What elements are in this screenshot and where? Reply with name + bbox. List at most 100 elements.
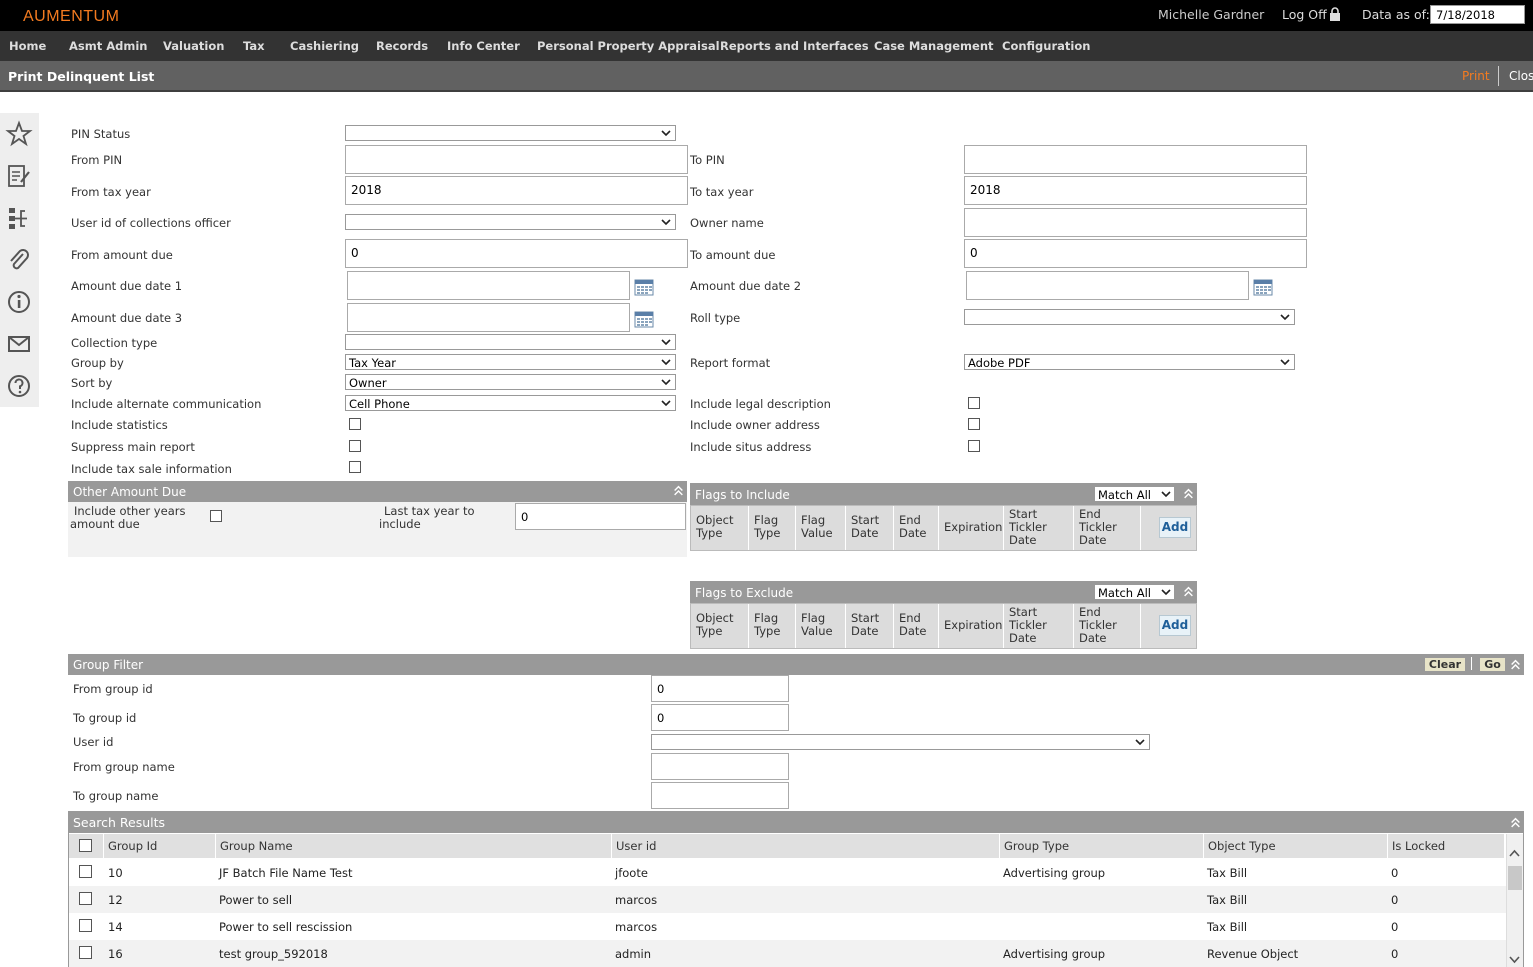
scroll-down-icon[interactable] [1509, 955, 1520, 965]
flags-exclude-col-end-date: End Date [894, 604, 939, 648]
amount-due-date3-label: Amount due date 3 [71, 311, 183, 325]
from-group-id-input[interactable]: 0 [651, 675, 789, 702]
to-group-name-input[interactable] [651, 782, 789, 809]
nav-asmt-admin[interactable]: Asmt Admin [69, 39, 147, 53]
nav-reports[interactable]: Reports and Interfaces [720, 39, 869, 53]
collapse-up-icon[interactable] [1510, 659, 1521, 670]
paperclip-icon[interactable] [5, 246, 33, 274]
row-checkbox[interactable] [79, 919, 92, 932]
select-all-checkbox[interactable] [79, 839, 92, 852]
cell-group-name: Power to sell rescission [219, 920, 353, 934]
scroll-up-icon[interactable] [1509, 848, 1520, 858]
print-button[interactable]: Print [1462, 69, 1490, 83]
to-pin-label: To PIN [690, 153, 725, 167]
col-group-type[interactable]: Group Type [1000, 834, 1204, 858]
scroll-thumb[interactable] [1508, 866, 1522, 890]
flags-exclude-col-object-type: Object Type [691, 604, 749, 648]
col-group-id[interactable]: Group Id [104, 834, 216, 858]
from-pin-input[interactable] [345, 145, 688, 174]
star-icon[interactable] [5, 120, 33, 148]
report-format-select[interactable]: Adobe PDF [964, 354, 1295, 370]
from-group-name-label: From group name [73, 760, 175, 774]
col-group-name[interactable]: Group Name [216, 834, 612, 858]
nav-configuration[interactable]: Configuration [1002, 39, 1090, 53]
from-tax-year-input[interactable]: 2018 [345, 176, 688, 205]
cell-is-locked: 0 [1391, 893, 1399, 907]
col-is-locked[interactable]: Is Locked [1388, 834, 1505, 858]
collapse-up-icon[interactable] [1510, 817, 1521, 828]
owner-name-input[interactable] [964, 208, 1307, 237]
go-button[interactable]: Go [1479, 657, 1506, 672]
last-tax-year-label-1: Last tax year to [384, 504, 475, 518]
flags-exclude-col-start-tickler: Start Tickler Date [1004, 604, 1074, 648]
flags-include-col-end-tickler: End Tickler Date [1074, 506, 1141, 550]
last-tax-year-input[interactable]: 0 [515, 503, 686, 530]
flags-include-col-start-date: Start Date [846, 506, 894, 550]
to-group-id-input[interactable]: 0 [651, 704, 789, 731]
cell-group-name: Power to sell [219, 893, 293, 907]
owner-address-checkbox[interactable] [968, 418, 980, 430]
statistics-checkbox[interactable] [349, 418, 361, 430]
pin-status-label: PIN Status [71, 127, 131, 141]
collections-officer-select[interactable] [345, 214, 676, 230]
collection-type-select[interactable] [345, 334, 676, 350]
hierarchy-icon[interactable] [5, 204, 33, 232]
situs-address-checkbox[interactable] [968, 440, 980, 452]
nav-cashiering[interactable]: Cashiering [290, 39, 359, 53]
help-icon[interactable] [5, 372, 33, 400]
from-amount-due-input[interactable]: 0 [345, 239, 688, 268]
calendar-icon[interactable] [634, 278, 654, 296]
edit-note-icon[interactable] [5, 162, 33, 190]
row-checkbox[interactable] [79, 946, 92, 959]
data-as-of-input[interactable]: 7/18/2018 [1430, 5, 1525, 24]
nav-case-management[interactable]: Case Management [874, 39, 994, 53]
flags-exclude-col-flag-type: Flag Type [749, 604, 796, 648]
info-icon[interactable] [5, 288, 33, 316]
col-user-id[interactable]: User id [612, 834, 1000, 858]
from-pin-label: From PIN [71, 153, 123, 167]
nav-records[interactable]: Records [376, 39, 428, 53]
close-button[interactable]: Clos [1509, 69, 1533, 83]
to-amount-due-input[interactable]: 0 [964, 239, 1307, 268]
nav-info-center[interactable]: Info Center [447, 39, 520, 53]
amount-due-date3-input[interactable] [347, 303, 630, 332]
other-years-checkbox[interactable] [210, 510, 222, 522]
collapse-up-icon[interactable] [673, 485, 684, 496]
alt-comm-select[interactable]: Cell Phone [345, 395, 676, 411]
amount-due-date2-input[interactable] [966, 271, 1249, 300]
col-object-type[interactable]: Object Type [1204, 834, 1388, 858]
cell-object-type: Revenue Object [1207, 947, 1299, 961]
calendar-icon[interactable] [634, 310, 654, 328]
to-pin-input[interactable] [964, 145, 1307, 174]
from-group-name-input[interactable] [651, 753, 789, 780]
cell-is-locked: 0 [1391, 920, 1399, 934]
nav-tax[interactable]: Tax [243, 39, 265, 53]
nav-home[interactable]: Home [9, 39, 46, 53]
flags-include-add-button[interactable]: Add [1159, 517, 1191, 538]
group-by-select[interactable]: Tax Year [345, 354, 676, 370]
suppress-main-checkbox[interactable] [349, 440, 361, 452]
logoff-link[interactable]: Log Off [1282, 7, 1327, 22]
nav-personal-property[interactable]: Personal Property Appraisal [537, 39, 720, 53]
pin-status-select[interactable] [345, 125, 676, 141]
row-checkbox[interactable] [79, 865, 92, 878]
collapse-up-icon[interactable] [1183, 488, 1194, 499]
mail-icon[interactable] [5, 330, 33, 358]
cell-object-type: Tax Bill [1207, 920, 1248, 934]
clear-button[interactable]: Clear [1424, 657, 1466, 672]
calendar-icon[interactable] [1253, 278, 1273, 296]
tax-sale-checkbox[interactable] [349, 461, 361, 473]
amount-due-date1-input[interactable] [347, 271, 630, 300]
legal-desc-checkbox[interactable] [968, 397, 980, 409]
brand-logo: AUMENTUM [23, 8, 120, 25]
row-checkbox[interactable] [79, 892, 92, 905]
statistics-label: Include statistics [71, 418, 168, 432]
user-id-select[interactable] [651, 734, 1150, 750]
flags-exclude-add-button[interactable]: Add [1159, 615, 1191, 636]
sort-by-select[interactable]: Owner [345, 374, 676, 390]
collapse-up-icon[interactable] [1183, 586, 1194, 597]
nav-valuation[interactable]: Valuation [163, 39, 224, 53]
suppress-main-label: Suppress main report [71, 440, 195, 454]
roll-type-select[interactable] [964, 309, 1295, 325]
to-tax-year-input[interactable]: 2018 [964, 176, 1307, 205]
